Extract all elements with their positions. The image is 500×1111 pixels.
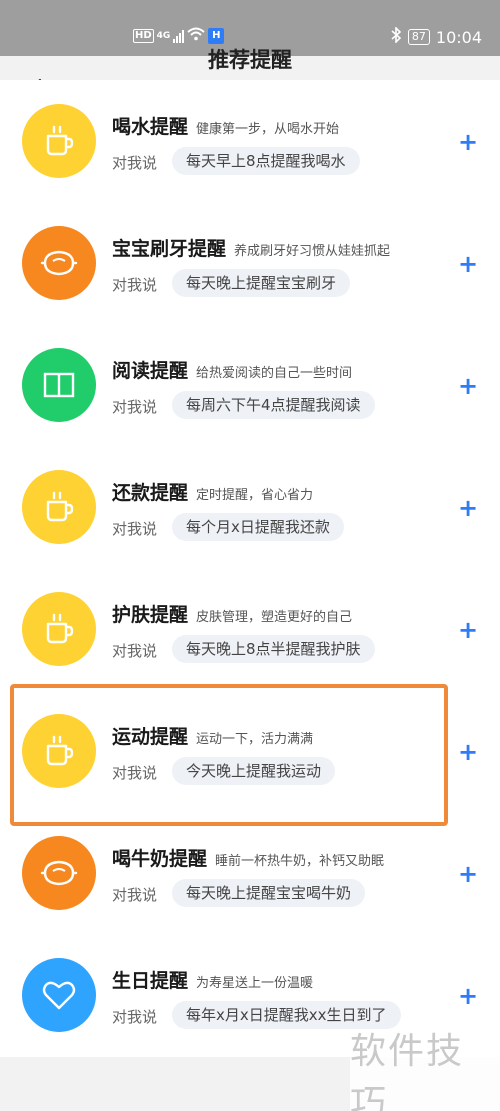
cup-icon — [22, 470, 96, 544]
say-label: 对我说 — [112, 1008, 158, 1026]
reminder-desc: 健康第一步，从喝水开始 — [196, 122, 340, 137]
add-reminder-button[interactable]: + — [458, 740, 478, 764]
reminder-title: 生日提醒 — [112, 970, 189, 992]
reminder-item[interactable]: 还款提醒 定时提醒，省心省力对我说 每个月x日提醒我还款 + — [0, 446, 500, 568]
add-reminder-button[interactable]: + — [458, 618, 478, 642]
reminder-item[interactable]: 护肤提醒 皮肤管理，塑造更好的自己对我说 每天晚上8点半提醒我护肤 + — [0, 568, 500, 690]
lemon-icon — [22, 226, 96, 300]
page-title: 推荐提醒 — [208, 48, 292, 72]
say-label: 对我说 — [112, 154, 158, 172]
add-reminder-button[interactable]: + — [458, 374, 478, 398]
reminder-name: 生日提醒 为寿星送上一份温暖 — [112, 966, 313, 993]
example-phrase[interactable]: 每周六下午4点提醒我阅读 — [172, 391, 375, 419]
reminder-desc: 睡前一杯热牛奶，补钙又助眠 — [215, 854, 385, 869]
signal-icon — [173, 29, 185, 43]
app-notification-icon: H — [208, 27, 225, 44]
example-phrase[interactable]: 每天晚上提醒宝宝喝牛奶 — [172, 879, 366, 907]
title-bar: 推荐提醒 — [0, 48, 500, 80]
status-right: 87 10:04 — [390, 26, 482, 47]
reminder-name: 阅读提醒 给热爱阅读的自己一些时间 — [112, 356, 352, 383]
cup-icon — [22, 104, 96, 178]
example-phrase[interactable]: 每天晚上提醒宝宝刷牙 — [172, 269, 351, 297]
bluetooth-icon — [390, 26, 402, 47]
add-reminder-button[interactable]: + — [458, 496, 478, 520]
status-left: HD 4G H — [133, 27, 225, 44]
reminder-title: 喝牛奶提醒 — [112, 848, 208, 870]
reminder-title: 宝宝刷牙提醒 — [112, 238, 227, 260]
hd-badge: HD — [133, 28, 154, 43]
add-reminder-button[interactable]: + — [458, 984, 478, 1008]
reminder-item[interactable]: 宝宝刷牙提醒 养成刷牙好习惯从娃娃抓起对我说 每天晚上提醒宝宝刷牙 + — [0, 202, 500, 324]
network-type: 4G — [156, 30, 171, 41]
reminder-name: 护肤提醒 皮肤管理，塑造更好的自己 — [112, 600, 352, 627]
reminder-desc: 给热爱阅读的自己一些时间 — [196, 366, 353, 381]
reminder-name: 宝宝刷牙提醒 养成刷牙好习惯从娃娃抓起 — [112, 234, 390, 261]
highlight-box — [10, 684, 448, 826]
add-reminder-button[interactable]: + — [458, 862, 478, 886]
reminder-name: 喝牛奶提醒 睡前一杯热牛奶，补钙又助眠 — [112, 844, 384, 871]
lemon-icon — [22, 836, 96, 910]
reminder-title: 护肤提醒 — [112, 604, 189, 626]
reminder-item[interactable]: 喝牛奶提醒 睡前一杯热牛奶，补钙又助眠对我说 每天晚上提醒宝宝喝牛奶 + — [0, 812, 500, 934]
reminder-title: 阅读提醒 — [112, 360, 189, 382]
heart-icon — [22, 958, 96, 1032]
wifi-icon — [187, 27, 205, 44]
example-phrase[interactable]: 每个月x日提醒我还款 — [172, 513, 344, 541]
say-label: 对我说 — [112, 398, 158, 416]
reminder-item[interactable]: 喝水提醒 健康第一步，从喝水开始对我说 每天早上8点提醒我喝水 + — [0, 80, 500, 202]
reminder-name: 喝水提醒 健康第一步，从喝水开始 — [112, 112, 339, 139]
say-label: 对我说 — [112, 642, 158, 660]
reminder-item[interactable]: 阅读提醒 给热爱阅读的自己一些时间对我说 每周六下午4点提醒我阅读 + — [0, 324, 500, 446]
example-phrase[interactable]: 每天早上8点提醒我喝水 — [172, 147, 360, 175]
say-label: 对我说 — [112, 886, 158, 904]
reminder-desc: 养成刷牙好习惯从娃娃抓起 — [234, 244, 391, 259]
add-reminder-button[interactable]: + — [458, 130, 478, 154]
add-reminder-button[interactable]: + — [458, 252, 478, 276]
reminder-desc: 皮肤管理，塑造更好的自己 — [196, 610, 353, 625]
cup-icon — [22, 592, 96, 666]
say-label: 对我说 — [112, 276, 158, 294]
battery-indicator: 87 — [407, 29, 430, 45]
reminder-title: 喝水提醒 — [112, 116, 189, 138]
reminder-desc: 为寿星送上一份温暖 — [196, 976, 314, 991]
book-icon — [22, 348, 96, 422]
say-label: 对我说 — [112, 520, 158, 538]
reminder-desc: 定时提醒，省心省力 — [196, 488, 314, 503]
watermark: 软件技巧 — [350, 1031, 500, 1111]
reminder-name: 还款提醒 定时提醒，省心省力 — [112, 478, 313, 505]
clock: 10:04 — [435, 27, 482, 47]
example-phrase[interactable]: 每天晚上8点半提醒我护肤 — [172, 635, 375, 663]
reminder-title: 还款提醒 — [112, 482, 189, 504]
